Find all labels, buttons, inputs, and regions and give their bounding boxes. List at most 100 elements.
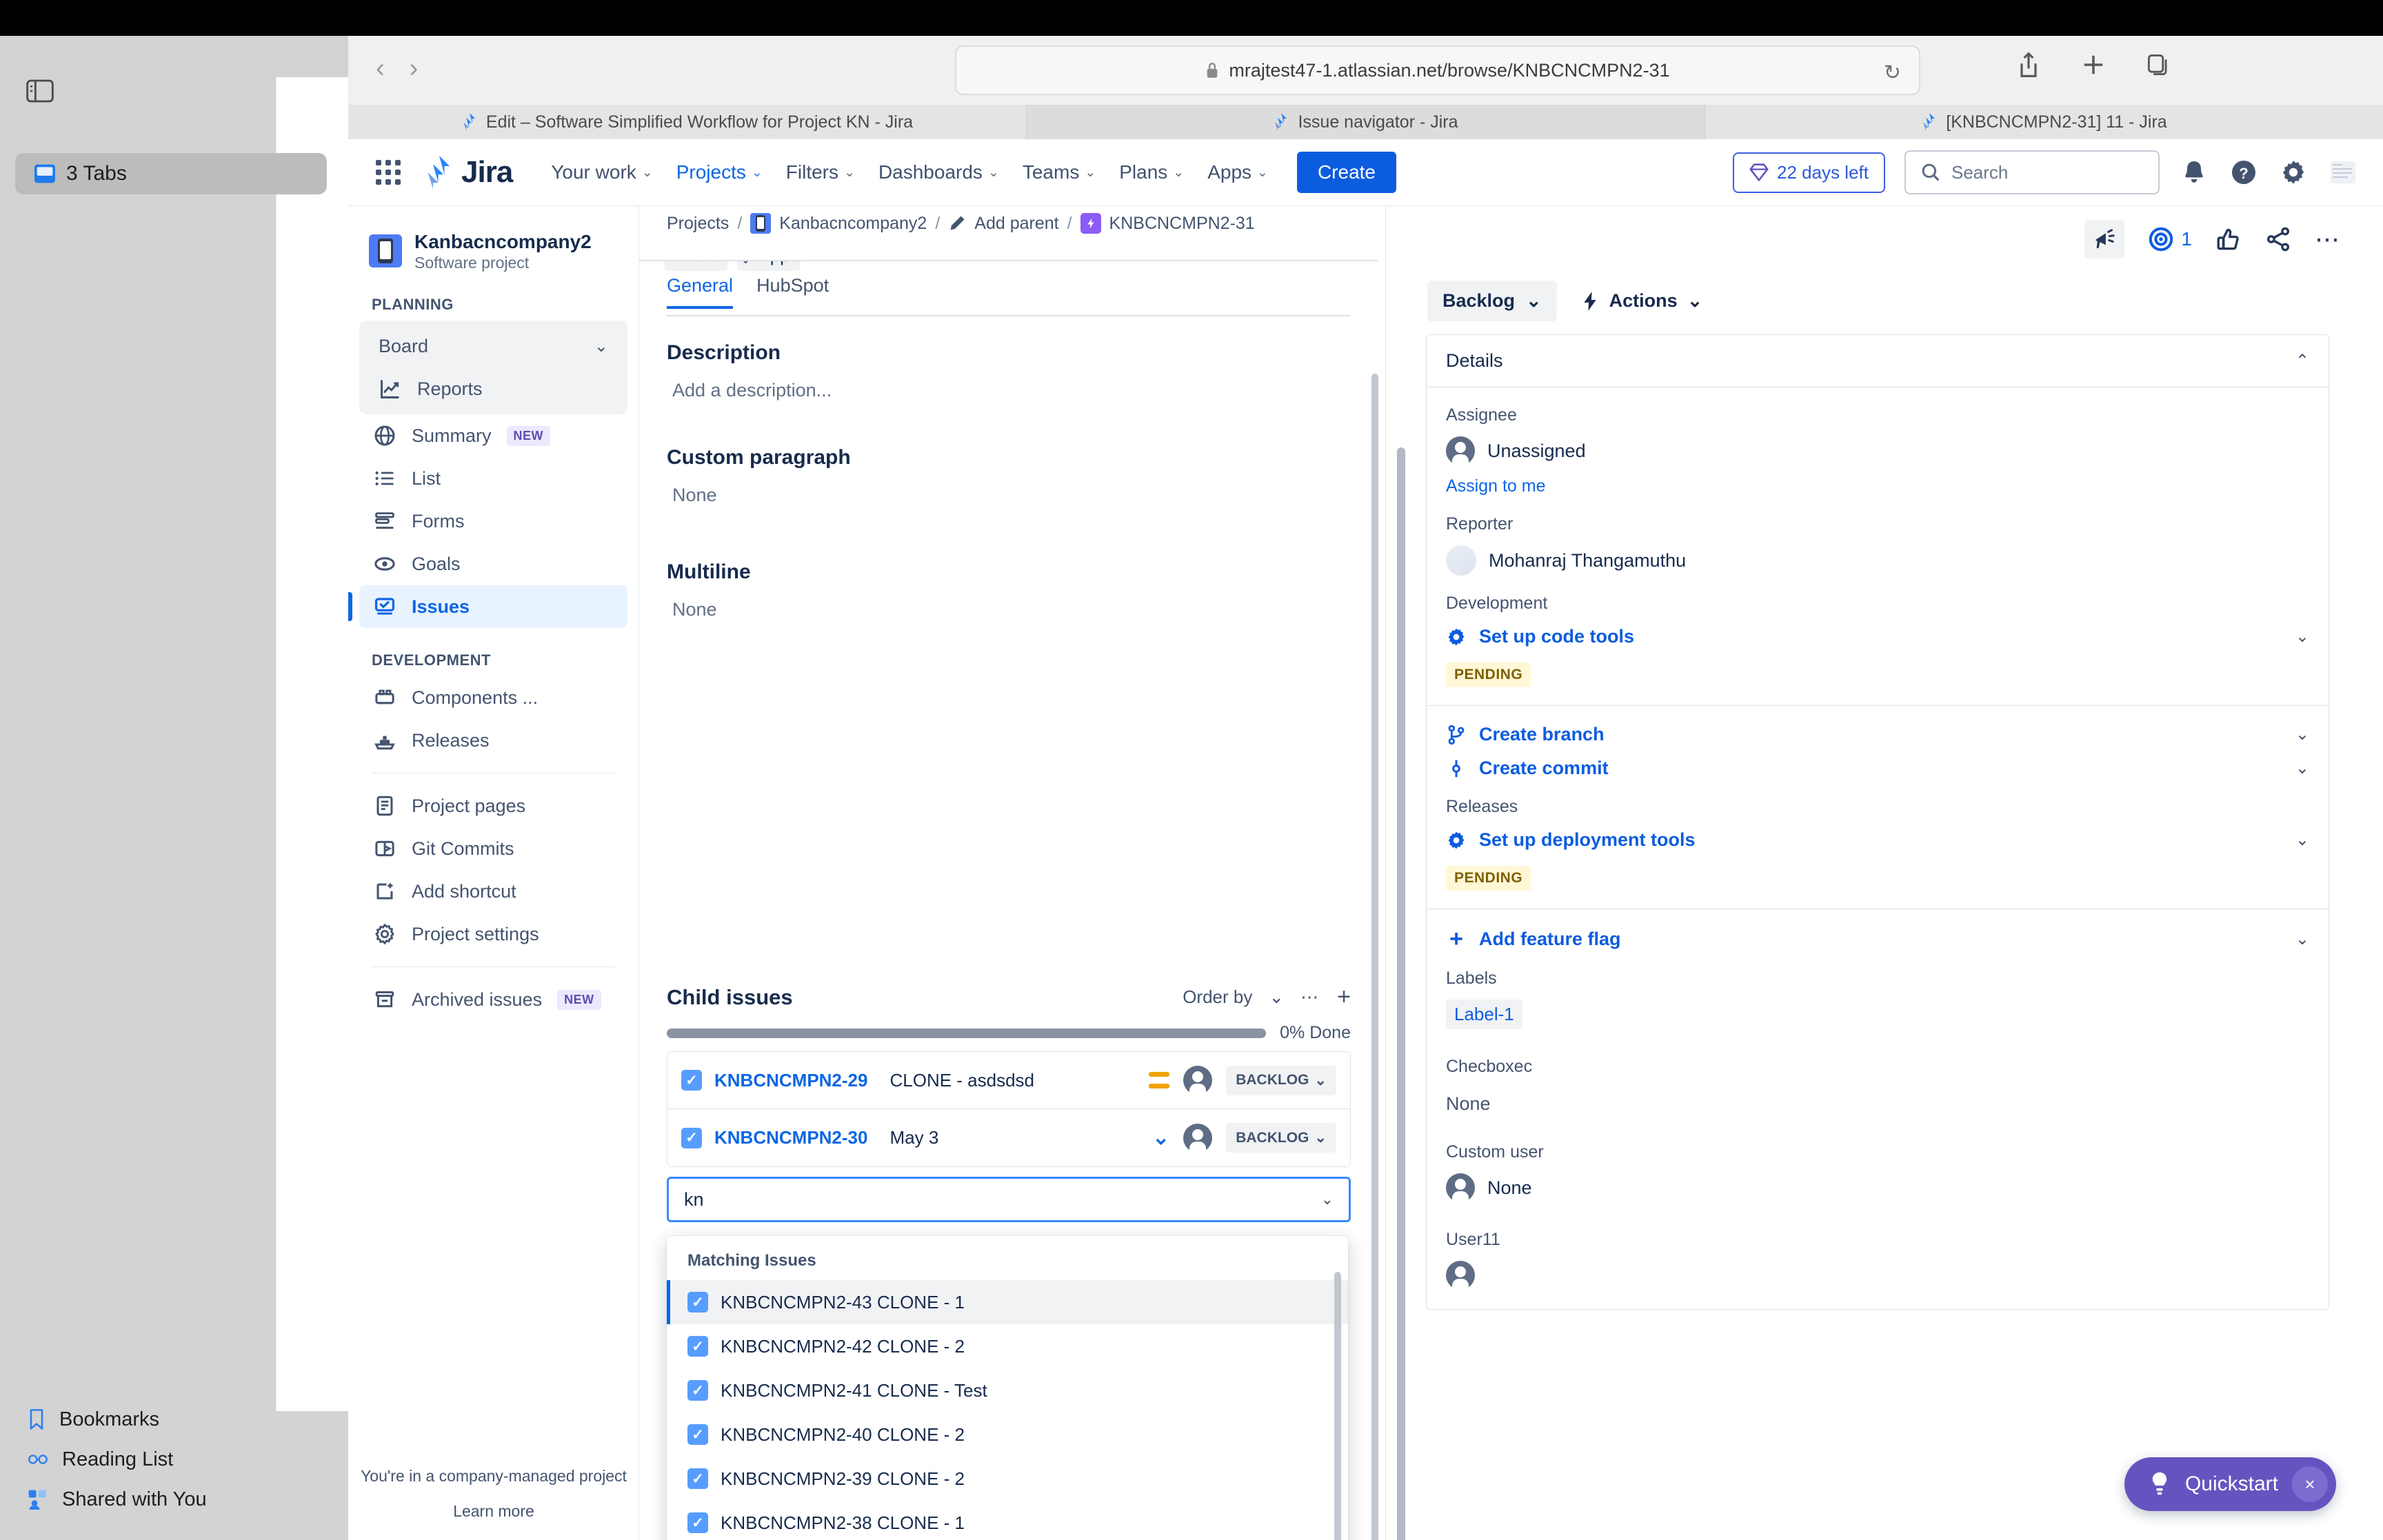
chevron-down-icon[interactable]: ⌄ <box>2295 627 2309 647</box>
details-card-header[interactable]: Details ⌃ <box>1427 335 2329 387</box>
chevron-up-icon[interactable]: ⌃ <box>2295 351 2309 371</box>
sidebar-item-board[interactable]: Board ⌄ <box>359 325 627 367</box>
sidebar-toggle-icon[interactable] <box>25 77 55 105</box>
avatar[interactable] <box>1183 1066 1213 1096</box>
chevron-down-icon[interactable]: ⌄ <box>1321 1191 1334 1208</box>
sidebar-item-list[interactable]: List <box>359 457 627 500</box>
sidebar-item-reports[interactable]: Reports <box>359 367 627 410</box>
breadcrumb-add-parent[interactable]: Add parent <box>974 214 1058 234</box>
child-issue-key[interactable]: KNBCNCMPN2-29 <box>714 1070 867 1091</box>
checkboxec-value[interactable]: None <box>1446 1093 2309 1115</box>
jira-logo[interactable]: Jira <box>424 155 513 190</box>
reload-icon[interactable]: ↻ <box>1884 61 1901 85</box>
tab-general[interactable]: General <box>667 275 734 309</box>
list-item[interactable]: ✓ KNBCNCMPN2-40 CLONE - 2 <box>667 1412 1348 1457</box>
table-row[interactable]: ✓ KNBCNCMPN2-30 May 3 ⌄ BACKLOG ⌄ <box>667 1109 1350 1166</box>
list-item[interactable]: ✓ KNBCNCMPN2-43 CLONE - 1 <box>667 1280 1348 1324</box>
browser-tab-2[interactable]: Issue navigator - Jira <box>1027 105 1705 139</box>
add-feature-flag-link[interactable]: + Add feature flag ⌄ <box>1446 927 2309 951</box>
sidebar-item-issues[interactable]: Issues <box>348 585 627 628</box>
share-icon[interactable] <box>2017 51 2040 79</box>
status-dropdown-button[interactable]: Backlog ⌄ <box>1427 281 1557 321</box>
chevron-down-icon[interactable]: ⌄ <box>594 336 608 356</box>
actions-button[interactable]: Actions ⌄ <box>1580 290 1702 312</box>
project-header[interactable]: Kanbacncompany2 Software project <box>348 206 639 272</box>
status-badge[interactable]: BACKLOG ⌄ <box>1226 1123 1336 1153</box>
forward-button[interactable]: › <box>410 55 419 81</box>
thumbs-up-icon[interactable] <box>2215 226 2242 252</box>
sidebar-item-bookmarks[interactable]: Bookmarks <box>0 1399 348 1439</box>
child-issue-summary[interactable]: May 3 <box>889 1127 938 1148</box>
breadcrumb-issue-key[interactable]: KNBCNCMPN2-31 <box>1109 214 1255 234</box>
table-row[interactable]: ✓ KNBCNCMPN2-29 CLONE - asdsdsd BACKLOG … <box>667 1052 1350 1109</box>
more-options-icon[interactable]: ⋯ <box>1300 986 1320 1008</box>
tab-overview-icon[interactable] <box>2146 53 2170 77</box>
list-item[interactable]: ✓ KNBCNCMPN2-39 CLONE - 2 <box>667 1457 1348 1501</box>
nav-projects[interactable]: Projects ⌄ <box>667 154 772 190</box>
sidebar-item-reading-list[interactable]: Reading List <box>0 1439 348 1479</box>
back-button[interactable]: ‹ <box>376 55 385 81</box>
profile-avatar-icon[interactable] <box>2328 157 2358 188</box>
assign-to-me-link[interactable]: Assign to me <box>1446 476 2309 496</box>
create-branch-link[interactable]: Create branch ⌄ <box>1446 724 2309 745</box>
sidebar-item-forms[interactable]: Forms <box>359 500 627 543</box>
sidebar-item-summary[interactable]: Summary NEW <box>359 414 627 457</box>
sidebar-item-releases[interactable]: Releases <box>359 719 627 762</box>
description-placeholder[interactable]: Add a description... <box>667 380 1351 401</box>
chevron-down-icon[interactable]: ⌄ <box>2295 830 2309 850</box>
share-icon[interactable] <box>2265 226 2291 252</box>
main-scrollbar[interactable] <box>1371 374 1378 1540</box>
create-commit-link[interactable]: Create commit ⌄ <box>1446 758 2309 779</box>
create-button[interactable]: Create <box>1296 152 1396 193</box>
tab-hubspot[interactable]: HubSpot <box>756 275 829 309</box>
nav-plans[interactable]: Plans ⌄ <box>1109 154 1194 190</box>
reporter-value-row[interactable]: Mohanraj Thangamuthu <box>1446 545 2309 576</box>
sidebar-item-add-shortcut[interactable]: Add shortcut <box>359 870 627 913</box>
chevron-down-icon[interactable]: ⌄ <box>2295 758 2309 778</box>
list-item[interactable]: ✓ KNBCNCMPN2-41 CLONE - Test <box>667 1368 1348 1412</box>
status-badge[interactable]: BACKLOG ⌄ <box>1226 1065 1336 1095</box>
browser-tab-3[interactable]: [KNBCNCMPN2-31] 11 - Jira <box>1705 105 2383 139</box>
list-item[interactable]: ✓ KNBCNCMPN2-42 CLONE - 2 <box>667 1324 1348 1368</box>
trial-days-left-badge[interactable]: 22 days left <box>1733 152 1885 193</box>
assignee-value-row[interactable]: Unassigned <box>1446 436 2309 467</box>
avatar[interactable] <box>1183 1123 1213 1154</box>
chevron-down-icon[interactable]: ⌄ <box>2295 725 2309 744</box>
help-icon[interactable]: ? <box>2229 157 2259 188</box>
sidebar-item-goals[interactable]: Goals <box>359 543 627 585</box>
list-item[interactable]: ✓ KNBCNCMPN2-38 CLONE - 1 <box>667 1501 1348 1540</box>
app-switcher-icon[interactable] <box>376 160 401 185</box>
close-icon[interactable]: × <box>2292 1466 2328 1502</box>
details-panel-scrollbar[interactable] <box>1397 447 1405 1540</box>
chevron-down-icon[interactable]: ⌄ <box>1269 986 1284 1008</box>
nav-your-work[interactable]: Your work ⌄ <box>541 154 662 190</box>
new-tab-icon[interactable] <box>2082 53 2105 77</box>
label-chip[interactable]: Label-1 <box>1446 1000 1522 1029</box>
search-input[interactable]: Search <box>1904 150 2160 194</box>
nav-filters[interactable]: Filters ⌄ <box>776 154 865 190</box>
child-issue-summary[interactable]: CLONE - asdsdsd <box>889 1070 1034 1091</box>
quickstart-button[interactable]: Quickstart × <box>2124 1457 2336 1511</box>
nav-dashboards[interactable]: Dashboards ⌄ <box>869 154 1009 190</box>
sidebar-item-project-pages[interactable]: Project pages <box>359 784 627 827</box>
dropdown-scrollbar[interactable] <box>1334 1272 1341 1540</box>
field-value[interactable]: None <box>667 599 1351 620</box>
more-actions-icon[interactable]: ⋯ <box>2315 227 2342 251</box>
browser-tab-1[interactable]: Edit – Software Simplified Workflow for … <box>348 105 1027 139</box>
set-up-deployment-tools-link[interactable]: Set up deployment tools ⌄ <box>1446 829 2309 851</box>
set-up-code-tools-link[interactable]: Set up code tools ⌄ <box>1446 626 2309 647</box>
sidebar-item-shared-with-you[interactable]: Shared with You <box>0 1479 348 1519</box>
user11-value-row[interactable] <box>1446 1261 2309 1291</box>
field-value[interactable]: None <box>667 485 1351 506</box>
breadcrumb-project[interactable]: Kanbacncompany2 <box>779 214 927 234</box>
order-by-button[interactable]: Order by <box>1183 986 1252 1008</box>
sidebar-item-archived-issues[interactable]: Archived issues NEW <box>359 978 627 1021</box>
chevron-down-icon[interactable]: ⌄ <box>2295 929 2309 949</box>
watch-button[interactable]: 1 <box>2148 226 2192 252</box>
child-issue-key[interactable]: KNBCNCMPN2-30 <box>714 1127 867 1148</box>
breadcrumb-projects[interactable]: Projects <box>667 214 729 234</box>
add-child-icon[interactable]: + <box>1337 984 1351 1011</box>
address-bar[interactable]: mrajtest47-1.atlassian.net/browse/KNBCNC… <box>955 45 1920 95</box>
tab-group-item[interactable]: 3 Tabs <box>15 153 327 194</box>
settings-gear-icon[interactable] <box>2278 157 2309 188</box>
